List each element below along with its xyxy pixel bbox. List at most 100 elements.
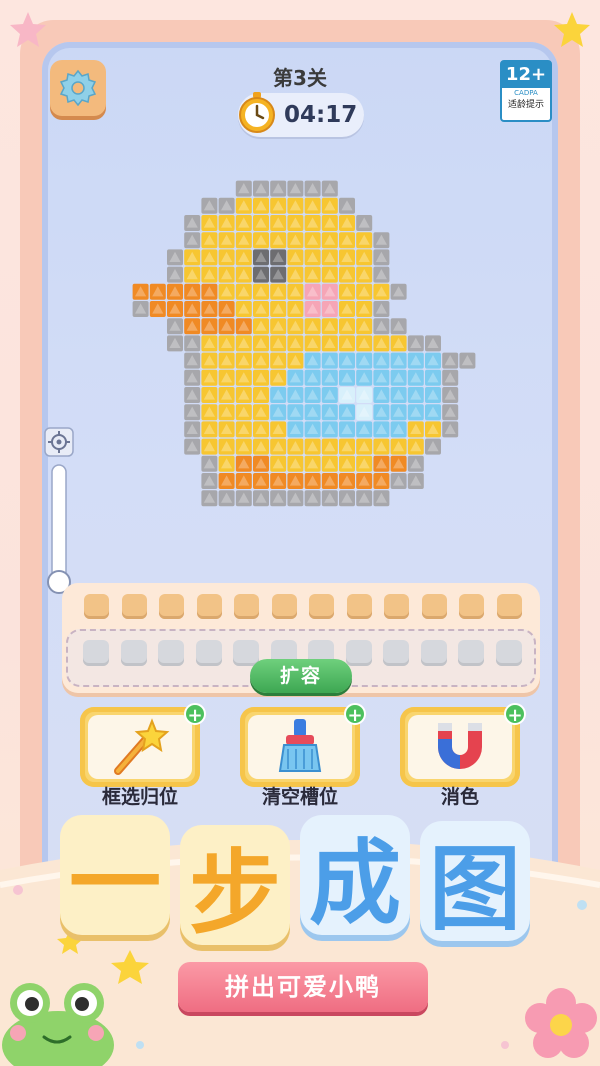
duck-pixel [270, 455, 287, 472]
duck-pixel [373, 283, 390, 300]
duck-pixel [373, 438, 390, 455]
add-icon[interactable]: + [184, 703, 206, 726]
duck-pixel [235, 318, 252, 335]
duck-pixel [201, 404, 218, 421]
zoom-slider[interactable] [44, 427, 74, 597]
expand-button[interactable]: 扩容 [250, 659, 352, 693]
duck-pixel [218, 421, 235, 438]
duck-pixel [218, 387, 235, 403]
holding-slot[interactable] [120, 640, 147, 666]
duck-pixel [321, 404, 338, 421]
promo-title-char: 步 [180, 825, 290, 947]
star-decoration [554, 12, 590, 47]
color-slot[interactable] [496, 594, 522, 619]
duck-pixel [235, 215, 252, 231]
holding-slot[interactable] [345, 640, 372, 666]
duck-pixel [253, 335, 269, 352]
duck-pixel [253, 180, 269, 197]
holding-slot[interactable] [158, 640, 184, 666]
duck-pixel [339, 301, 355, 317]
color-slot[interactable] [271, 594, 297, 619]
duck-pixel [218, 490, 235, 507]
duck-pixel [287, 301, 304, 317]
star-decoration [10, 12, 46, 47]
duck-pixel [339, 318, 355, 335]
color-slot[interactable] [346, 594, 372, 619]
tool-remove-color[interactable]: + [400, 703, 526, 789]
holding-slot[interactable] [383, 640, 409, 666]
duck-pixel [339, 197, 355, 214]
duck-pixel [339, 249, 355, 266]
duck-pixel [235, 438, 252, 455]
duck-pixel [270, 266, 287, 283]
duck-pixel [218, 318, 235, 335]
duck-pixel [167, 335, 183, 352]
promo-title-char: 一 [60, 815, 170, 937]
duck-pixel [201, 473, 218, 489]
duck-pixel [253, 387, 269, 403]
holding-slot[interactable] [195, 640, 222, 666]
color-slot[interactable] [459, 594, 484, 619]
color-slot[interactable] [309, 594, 334, 619]
duck-pixel [321, 369, 338, 386]
tool-clear-slots[interactable]: + [240, 703, 366, 789]
duck-pixel [321, 283, 338, 300]
color-slot[interactable] [84, 594, 109, 619]
holding-slot[interactable] [495, 640, 522, 666]
duck-pixel [167, 266, 183, 283]
duck-pixel [270, 301, 287, 317]
duck-pixel [253, 473, 269, 489]
duck-pixel [235, 266, 252, 283]
color-slot[interactable] [384, 594, 409, 619]
duck-pixel [167, 249, 183, 266]
duck-pixel [339, 473, 355, 489]
duck-pixel [270, 369, 287, 386]
holding-slot[interactable] [420, 640, 447, 666]
color-slot[interactable] [421, 594, 447, 619]
color-slot[interactable] [234, 594, 259, 619]
duck-pixel [321, 438, 338, 455]
duck-pixel [253, 352, 269, 369]
duck-pixel [339, 369, 355, 386]
duck-pixel [287, 473, 304, 489]
duck-pixel [425, 387, 441, 403]
color-slot[interactable] [196, 594, 222, 619]
duck-pixel [321, 215, 338, 231]
duck-pixel [321, 490, 338, 507]
duck-pixel [184, 301, 201, 317]
duck-pixel [253, 266, 269, 283]
duck-pixel [321, 266, 338, 283]
add-icon[interactable]: + [344, 703, 366, 726]
duck-pixel [235, 369, 252, 386]
duck-pixel [270, 335, 287, 352]
holding-slot[interactable] [458, 640, 484, 666]
duck-pixel [356, 215, 373, 231]
duck-pixel [304, 335, 321, 352]
duck-pixel [149, 283, 166, 300]
duck-pixel [167, 283, 183, 300]
duck-pixel [339, 421, 355, 438]
duck-pixel [218, 404, 235, 421]
add-icon[interactable]: + [504, 703, 526, 726]
duck-pixel [304, 404, 321, 421]
duck-pixel [304, 283, 321, 300]
duck-pixel [304, 387, 321, 403]
color-slot[interactable] [121, 594, 147, 619]
pixel-duck-artwork[interactable] [0, 0, 600, 560]
duck-pixel [218, 232, 235, 249]
duck-pixel [287, 232, 304, 249]
duck-pixel [287, 197, 304, 214]
duck-pixel [218, 335, 235, 352]
duck-pixel [390, 404, 407, 421]
color-slot[interactable] [159, 594, 184, 619]
holding-slot[interactable] [83, 640, 109, 666]
tool-select-return[interactable]: + [80, 703, 206, 789]
duck-pixel [356, 404, 373, 421]
promo-title: 一 步 成 图 [60, 815, 540, 955]
duck-pixel [304, 421, 321, 438]
duck-pixel [304, 438, 321, 455]
duck-pixel [407, 387, 424, 403]
duck-pixel [425, 335, 441, 352]
duck-pixel [442, 352, 459, 369]
duck-pixel [373, 335, 390, 352]
